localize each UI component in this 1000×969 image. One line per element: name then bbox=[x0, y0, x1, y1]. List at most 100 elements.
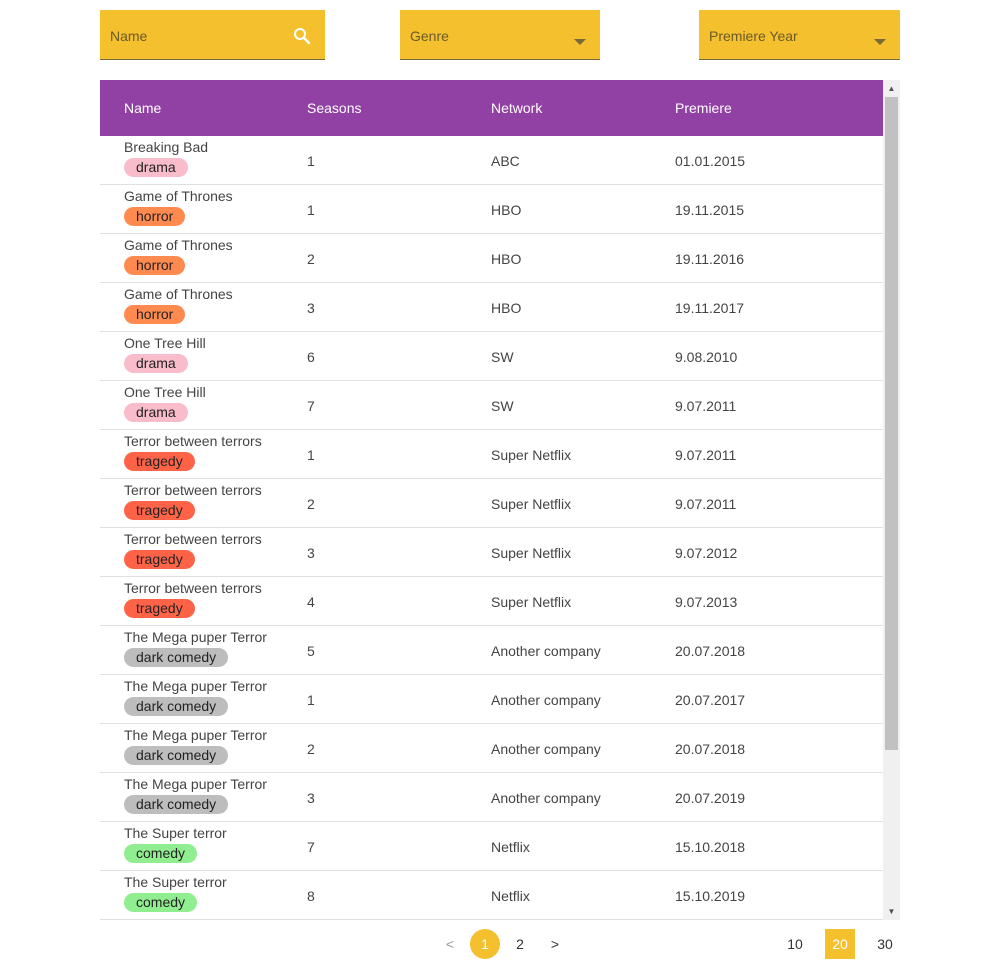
column-header-name[interactable]: Name bbox=[124, 100, 161, 116]
network-value: SW bbox=[491, 398, 514, 414]
show-name: The Mega puper Terror bbox=[124, 727, 267, 743]
genre-badge: drama bbox=[124, 403, 188, 422]
page-2-button[interactable]: 2 bbox=[505, 929, 535, 959]
show-name: Terror between terrors bbox=[124, 482, 262, 498]
genre-badge: drama bbox=[124, 158, 188, 177]
table-row[interactable]: The Super terror comedy 7 Netflix 15.10.2018 bbox=[100, 822, 883, 871]
page-1-button[interactable]: 1 bbox=[470, 929, 500, 959]
show-name: Terror between terrors bbox=[124, 433, 262, 449]
table-row[interactable]: Breaking Bad drama 1 ABC 01.01.2015 bbox=[100, 136, 883, 185]
next-page-button[interactable]: > bbox=[540, 929, 570, 959]
seasons-value: 1 bbox=[307, 692, 315, 708]
table-header: Name Seasons Network Premiere bbox=[100, 80, 883, 136]
table-row[interactable]: The Mega puper Terror dark comedy 3 Another… bbox=[100, 773, 883, 822]
network-value: Another company bbox=[491, 741, 601, 757]
premiere-value: 20.07.2018 bbox=[675, 643, 746, 659]
column-header-seasons[interactable]: Seasons bbox=[307, 100, 361, 116]
premiere-value: 9.07.2012 bbox=[675, 545, 738, 561]
premiere-value: 9.07.2011 bbox=[675, 398, 737, 414]
seasons-value: 3 bbox=[307, 545, 315, 561]
page-size-10-button[interactable]: 10 bbox=[780, 929, 810, 959]
network-value: Another company bbox=[491, 643, 601, 659]
network-value: Super Netflix bbox=[491, 545, 572, 561]
genre-badge: dark comedy bbox=[124, 648, 229, 667]
genre-select[interactable]: Genre bbox=[400, 10, 600, 60]
premiere-value: 19.11.2017 bbox=[675, 300, 745, 316]
table-row[interactable]: The Mega puper Terror dark comedy 1 Another… bbox=[100, 675, 883, 724]
scroll-down-arrow-icon[interactable]: ▼ bbox=[883, 903, 900, 920]
show-name: The Super terror bbox=[124, 825, 227, 841]
premiere-value: 15.10.2018 bbox=[675, 839, 746, 855]
table-row[interactable]: The Super terror comedy 8 Netflix 15.10.2019 bbox=[100, 871, 883, 920]
genre-badge: tragedy bbox=[124, 599, 195, 618]
name-filter-input[interactable]: Name bbox=[100, 10, 325, 60]
table-row[interactable]: Terror between terrors tragedy 3 Super Netf… bbox=[100, 528, 883, 577]
vertical-scrollbar[interactable]: ▲ ▼ bbox=[883, 80, 900, 920]
name-filter-label: Name bbox=[110, 28, 148, 44]
seasons-value: 2 bbox=[307, 251, 315, 267]
table-row[interactable]: Terror between terrors tragedy 1 Super Netf… bbox=[100, 430, 883, 479]
network-value: Super Netflix bbox=[491, 447, 572, 463]
table-row[interactable]: The Mega puper Terror dark comedy 5 Another… bbox=[100, 626, 883, 675]
premiere-value: 19.11.2016 bbox=[675, 251, 745, 267]
premiere-year-select[interactable]: Premiere Year bbox=[699, 10, 900, 60]
table-row[interactable]: Terror between terrors tragedy 4 Super Netf… bbox=[100, 577, 883, 626]
search-icon[interactable] bbox=[293, 27, 311, 50]
genre-badge: comedy bbox=[124, 893, 198, 912]
seasons-value: 4 bbox=[307, 594, 315, 610]
shows-table: Name Seasons Network Premiere Breaking B… bbox=[100, 80, 900, 920]
column-header-premiere[interactable]: Premiere bbox=[675, 100, 732, 116]
seasons-value: 3 bbox=[307, 300, 315, 316]
show-name: One Tree Hill bbox=[124, 335, 206, 351]
show-name: One Tree Hill bbox=[124, 384, 206, 400]
table-row[interactable]: The Mega puper Terror dark comedy 2 Another… bbox=[100, 724, 883, 773]
table-row[interactable]: Game of Thrones horror 1 HBO 19.11.2015 bbox=[100, 185, 883, 234]
seasons-value: 5 bbox=[307, 643, 315, 659]
premiere-value: 9.07.2011 bbox=[675, 496, 737, 512]
genre-badge: horror bbox=[124, 305, 186, 324]
genre-badge: horror bbox=[124, 207, 186, 226]
network-value: Super Netflix bbox=[491, 594, 572, 610]
network-value: Netflix bbox=[491, 888, 530, 904]
network-value: Netflix bbox=[491, 839, 530, 855]
show-name: The Super terror bbox=[124, 874, 227, 890]
network-value: HBO bbox=[491, 202, 522, 218]
genre-badge: comedy bbox=[124, 844, 198, 863]
premiere-value: 20.07.2017 bbox=[675, 692, 746, 708]
page-size-30-button[interactable]: 30 bbox=[870, 929, 900, 959]
seasons-value: 7 bbox=[307, 839, 315, 855]
show-name: Breaking Bad bbox=[124, 139, 209, 155]
premiere-value: 20.07.2018 bbox=[675, 741, 746, 757]
scroll-up-arrow-icon[interactable]: ▲ bbox=[883, 80, 900, 97]
show-name: The Mega puper Terror bbox=[124, 629, 267, 645]
scrollbar-thumb[interactable] bbox=[885, 97, 898, 750]
network-value: HBO bbox=[491, 251, 522, 267]
seasons-value: 1 bbox=[307, 153, 315, 169]
column-header-network[interactable]: Network bbox=[491, 100, 542, 116]
premiere-value: 9.07.2011 bbox=[675, 447, 737, 463]
table-body: Breaking Bad drama 1 ABC 01.01.2015 Game of T… bbox=[100, 136, 883, 920]
show-name: Game of Thrones bbox=[124, 286, 233, 302]
premiere-value: 20.07.2019 bbox=[675, 790, 746, 806]
show-name: Terror between terrors bbox=[124, 580, 262, 596]
show-name: Game of Thrones bbox=[124, 188, 233, 204]
network-value: ABC bbox=[491, 153, 520, 169]
table-row[interactable]: Game of Thrones horror 2 HBO 19.11.2016 bbox=[100, 234, 883, 283]
table-row[interactable]: One Tree Hill drama 7 SW 9.07.2011 bbox=[100, 381, 883, 430]
genre-badge: dark comedy bbox=[124, 697, 229, 716]
genre-badge: tragedy bbox=[124, 550, 195, 569]
seasons-value: 3 bbox=[307, 790, 315, 806]
seasons-value: 2 bbox=[307, 496, 315, 512]
table-row[interactable]: Game of Thrones horror 3 HBO 19.11.2017 bbox=[100, 283, 883, 332]
genre-badge: dark comedy bbox=[124, 795, 229, 814]
genre-badge: dark comedy bbox=[124, 746, 229, 765]
page-size-20-button[interactable]: 20 bbox=[825, 929, 855, 959]
show-name: Terror between terrors bbox=[124, 531, 262, 547]
prev-page-button[interactable]: < bbox=[435, 929, 465, 959]
seasons-value: 7 bbox=[307, 398, 315, 414]
show-name: The Mega puper Terror bbox=[124, 776, 267, 792]
table-row[interactable]: One Tree Hill drama 6 SW 9.08.2010 bbox=[100, 332, 883, 381]
table-row[interactable]: Terror between terrors tragedy 2 Super Netf… bbox=[100, 479, 883, 528]
show-name: The Mega puper Terror bbox=[124, 678, 267, 694]
network-value: SW bbox=[491, 349, 514, 365]
